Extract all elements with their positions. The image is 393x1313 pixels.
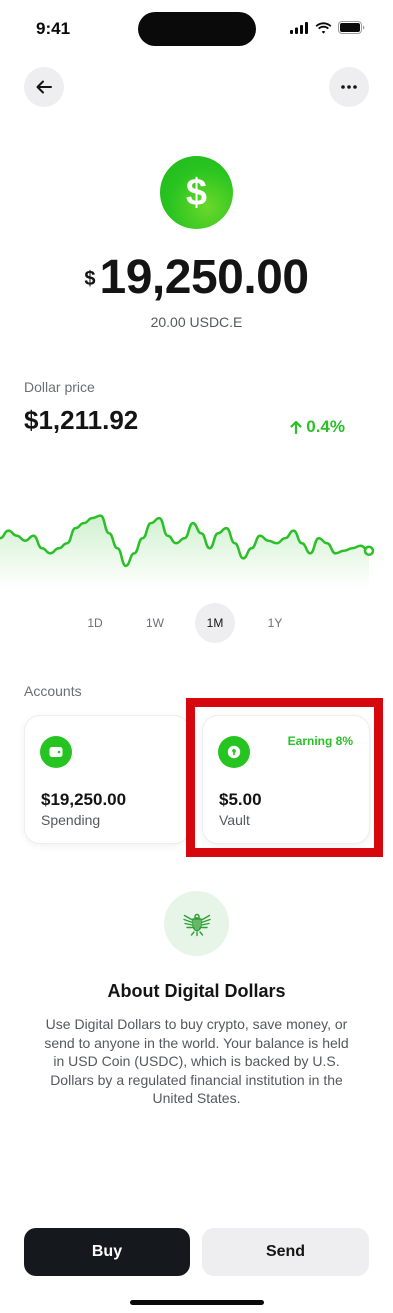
spending-label: Spending [41, 812, 101, 828]
coin-glyph: $ [185, 171, 208, 214]
price-change-value: 0.4% [306, 417, 345, 436]
home-indicator [130, 1300, 264, 1305]
balance: $ 19,250.00 [0, 250, 393, 305]
eagle-emblem-icon [164, 891, 229, 956]
price-chart[interactable] [0, 490, 393, 590]
spending-amount: $19,250.00 [41, 790, 127, 809]
cellular-signal-icon [290, 21, 308, 34]
send-button[interactable]: Send [202, 1228, 369, 1276]
earning-badge: Earning 8% [287, 734, 353, 748]
dollar-coin-icon: $ [160, 156, 233, 229]
status-time: 9:41 [36, 19, 71, 38]
dynamic-island [138, 12, 256, 46]
range-1m[interactable]: 1M [195, 603, 235, 643]
price-value: $1,211.92 [24, 405, 139, 435]
token-balance: 20.00 USDC.E [150, 314, 243, 330]
price-change: 0.4% [290, 417, 345, 437]
arrow-up-icon [290, 420, 302, 434]
spending-account-card[interactable]: $19,250.00 Spending [24, 715, 190, 844]
buy-button[interactable]: Buy [24, 1228, 190, 1276]
back-button[interactable] [24, 67, 64, 107]
vault-lock-icon [218, 736, 250, 768]
chart-area [0, 515, 369, 590]
accounts-label: Accounts [24, 683, 82, 699]
status-bar: 9:41 [0, 0, 393, 54]
status-icons [290, 21, 365, 34]
about-body: Use Digital Dollars to buy crypto, save … [44, 1016, 349, 1106]
price-label: Dollar price [24, 379, 95, 395]
range-1y[interactable]: 1Y [255, 603, 295, 643]
arrow-left-icon [36, 80, 52, 94]
wifi-icon [315, 21, 332, 34]
vault-label: Vault [219, 812, 250, 828]
about-title: About Digital Dollars [107, 981, 286, 1001]
more-options-button[interactable] [329, 67, 369, 107]
ellipsis-icon [341, 85, 357, 89]
wallet-icon [40, 736, 72, 768]
vault-amount: $5.00 [219, 790, 262, 809]
range-1w[interactable]: 1W [135, 603, 175, 643]
battery-icon [338, 21, 365, 34]
chart-endpoint [363, 545, 375, 557]
balance-currency-symbol: $ [84, 268, 96, 290]
balance-amount: 19,250.00 [99, 251, 310, 304]
range-1d[interactable]: 1D [75, 603, 115, 643]
vault-account-card[interactable]: Earning 8% $5.00 Vault [202, 715, 370, 844]
